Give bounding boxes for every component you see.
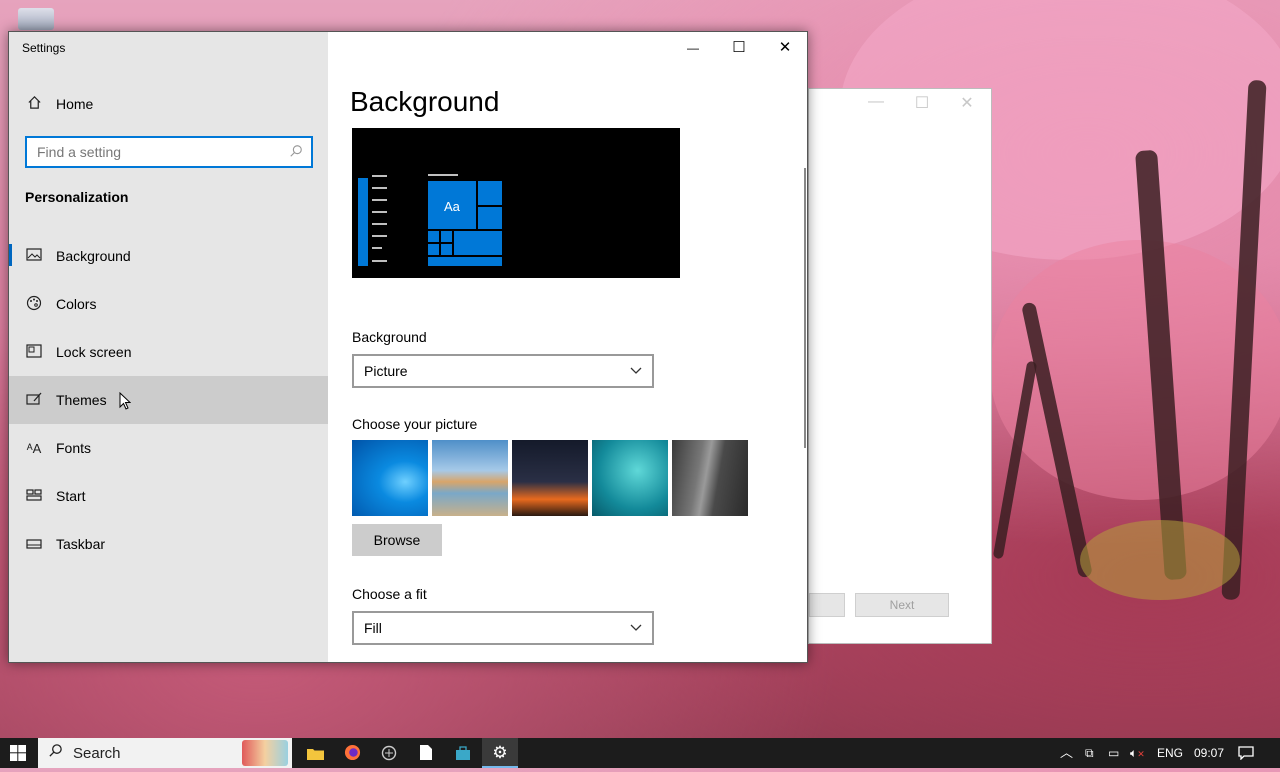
gear-icon: ⚙ — [492, 743, 508, 762]
sidebar-item-fonts[interactable]: ᴬA Fonts — [9, 424, 328, 472]
sidebar-item-label: Fonts — [56, 440, 92, 456]
start-icon — [24, 488, 44, 504]
file-explorer-icon[interactable] — [302, 738, 328, 768]
windows-logo-icon — [10, 745, 26, 761]
search-icon[interactable] — [289, 144, 303, 161]
picture-thumbnail-night-sky[interactable] — [512, 440, 588, 516]
sidebar-item-lock-screen[interactable]: Lock screen — [9, 328, 328, 376]
firefox-icon[interactable] — [339, 738, 365, 768]
main-content: — ☐ ✕ Background Aa Background Picture C… — [328, 32, 807, 662]
start-button[interactable] — [0, 738, 36, 768]
fit-dropdown-value: Fill — [364, 620, 382, 636]
volume-muted-icon[interactable]: 🔈︎✕ — [1130, 738, 1145, 768]
language-indicator[interactable]: ENG — [1157, 738, 1183, 768]
section-title: Personalization — [25, 189, 129, 205]
dialog-back-button[interactable] — [809, 593, 845, 617]
dialog-close-icon[interactable]: ✕ — [952, 93, 982, 113]
picture-thumbnail-beach[interactable] — [432, 440, 508, 516]
search-icon — [48, 743, 63, 763]
taskbar-search-box[interactable]: Search — [38, 738, 292, 768]
selected-indicator — [9, 244, 12, 266]
palette-icon — [24, 295, 44, 314]
picture-thumbnail-rock[interactable] — [672, 440, 748, 516]
close-button[interactable]: ✕ — [762, 32, 807, 64]
preview-graphic — [358, 174, 502, 266]
meet-now-icon[interactable]: ⧉ — [1085, 738, 1094, 768]
search-input[interactable] — [35, 143, 289, 161]
taskbar-icon — [24, 536, 44, 552]
picture-icon — [24, 248, 44, 264]
minimize-button[interactable]: — — [670, 32, 716, 64]
dialog-maximize-icon[interactable]: ☐ — [907, 93, 937, 113]
picture-thumbnail-underwater[interactable] — [592, 440, 668, 516]
sidebar-item-label: Start — [56, 488, 86, 504]
sidebar-item-themes[interactable]: Themes — [9, 376, 328, 424]
sidebar-item-label: Themes — [56, 392, 107, 408]
mouse-cursor-icon — [119, 391, 132, 413]
sidebar-item-background[interactable]: Background — [9, 232, 328, 280]
settings-window: Settings Home Personalization Background — [8, 31, 808, 663]
background-dropdown[interactable]: Picture — [352, 354, 654, 388]
sidebar-item-label: Background — [56, 248, 131, 264]
background-dialog: — ☐ ✕ Next — [808, 88, 992, 644]
store-icon[interactable] — [450, 738, 476, 768]
themes-icon — [24, 392, 44, 409]
app-icon[interactable] — [376, 738, 402, 768]
network-icon[interactable]: ▭ — [1108, 738, 1119, 768]
browse-button[interactable]: Browse — [352, 524, 442, 556]
sidebar-item-label: Lock screen — [56, 344, 132, 360]
preview-tile-text: Aa — [444, 199, 460, 214]
choose-picture-label: Choose your picture — [352, 416, 478, 432]
show-hidden-icons-icon[interactable]: ︿ — [1060, 738, 1073, 768]
sidebar-item-label: Home — [56, 96, 94, 112]
page-title: Background — [350, 86, 500, 117]
picture-thumbnail-windows[interactable] — [352, 440, 428, 516]
dialog-minimize-icon[interactable]: — — [861, 93, 891, 111]
home-icon — [24, 95, 44, 113]
background-label: Background — [352, 329, 427, 345]
document-icon[interactable] — [413, 738, 439, 768]
sidebar-item-home[interactable]: Home — [9, 80, 328, 128]
choose-fit-label: Choose a fit — [352, 586, 427, 602]
taskbar-search-text: Search — [73, 744, 121, 762]
fit-dropdown[interactable]: Fill — [352, 611, 654, 645]
sidebar: Settings Home Personalization Background — [9, 32, 328, 662]
sidebar-item-label: Colors — [56, 296, 97, 312]
window-title: Settings — [22, 41, 66, 55]
recycle-bin-icon[interactable] — [18, 8, 54, 30]
background-dropdown-value: Picture — [364, 363, 408, 379]
sidebar-item-colors[interactable]: Colors — [9, 280, 328, 328]
chevron-down-icon — [630, 364, 642, 378]
sidebar-item-label: Taskbar — [56, 536, 106, 552]
sidebar-item-start[interactable]: Start — [9, 472, 328, 520]
lock-screen-icon — [24, 343, 44, 361]
clock[interactable]: 09:07 — [1194, 738, 1224, 768]
taskbar: Search ⚙ ︿ ⧉ ▭ 🔈︎✕ ENG 09:07 — [0, 738, 1280, 768]
chevron-down-icon — [630, 621, 642, 635]
action-center-icon[interactable] — [1238, 738, 1254, 768]
desktop-preview: Aa — [352, 128, 680, 278]
wallpaper-ground — [1080, 520, 1240, 600]
dialog-next-button[interactable]: Next — [855, 593, 949, 617]
scrollbar[interactable] — [804, 168, 806, 448]
settings-app-button[interactable]: ⚙ — [482, 738, 518, 768]
maximize-button[interactable]: ☐ — [716, 32, 762, 64]
search-highlight-icon — [242, 740, 288, 766]
fonts-icon: ᴬA — [26, 440, 42, 456]
sidebar-item-taskbar[interactable]: Taskbar — [9, 520, 328, 568]
search-box[interactable] — [25, 136, 313, 168]
